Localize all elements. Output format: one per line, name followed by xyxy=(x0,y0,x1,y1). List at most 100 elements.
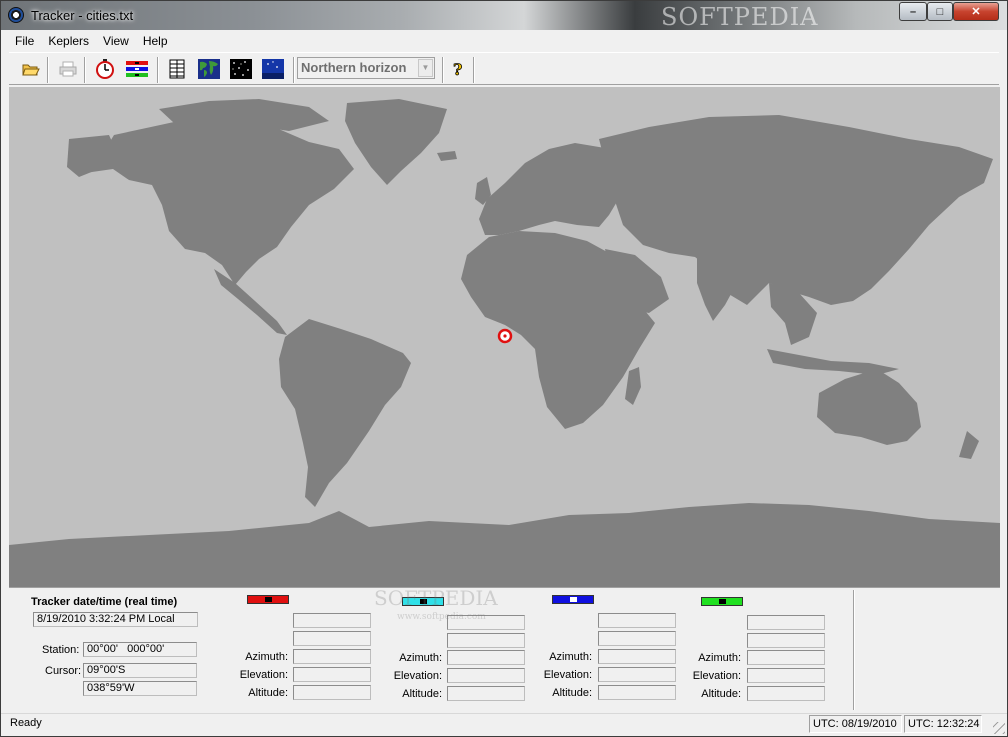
menu-view[interactable]: View xyxy=(96,31,136,51)
help-button[interactable]: ? xyxy=(446,58,470,80)
stopwatch-icon xyxy=(96,59,114,79)
australia-landmass xyxy=(817,369,921,445)
satellite-1-azimuth-label: Azimuth: xyxy=(245,651,288,663)
window-title: Tracker - cities.txt xyxy=(31,8,134,23)
help-icon: ? xyxy=(453,60,463,78)
central-america-landmass xyxy=(214,269,287,335)
iceland-landmass xyxy=(437,151,457,161)
satellite-4-azimuth-field xyxy=(747,650,825,665)
utc-time-pane: UTC: 12:32:24 xyxy=(904,715,982,733)
print-button[interactable] xyxy=(56,58,80,80)
satellite-1-elevation-field xyxy=(293,667,371,682)
toolbar-separator xyxy=(84,57,86,83)
close-button[interactable]: ✕ xyxy=(953,2,999,21)
cursor-label: Cursor: xyxy=(45,665,82,677)
minimize-button[interactable]: – xyxy=(899,2,927,21)
view-select-value: Northern horizon xyxy=(301,60,407,75)
menu-keplers[interactable]: Keplers xyxy=(41,31,96,51)
sky-view-button[interactable] xyxy=(261,58,285,80)
softpedia-watermark: SOFTPEDIA xyxy=(661,3,819,31)
station-field[interactable]: 00°00' 000°00' xyxy=(83,642,197,657)
satellite-marker xyxy=(264,597,272,602)
open-folder-icon xyxy=(22,64,40,76)
world-map-canvas xyxy=(9,99,1000,587)
india-landmass xyxy=(697,255,737,321)
satellite-2-azimuth-field xyxy=(447,650,525,665)
satellite-3-altitude-label: Altitude: xyxy=(552,687,592,699)
world-map-button[interactable] xyxy=(197,58,221,80)
local-datetime-field: 8/19/2010 3:32:24 PM Local xyxy=(33,612,198,627)
satellite-4-color-bar[interactable] xyxy=(701,597,743,606)
satellite-1-azimuth-field xyxy=(293,649,371,664)
table-view-button[interactable] xyxy=(165,58,189,80)
cursor-longitude-field: 038°59'W xyxy=(83,681,197,696)
maximize-button[interactable]: □ xyxy=(927,2,953,21)
satellite-1-color-bar[interactable] xyxy=(247,595,289,604)
resize-grip-icon[interactable] xyxy=(993,722,1005,734)
menu-help[interactable]: Help xyxy=(136,31,175,51)
menu-file[interactable]: File xyxy=(1,31,41,51)
madagascar-landmass xyxy=(625,367,641,405)
print-icon xyxy=(59,61,77,77)
satellite-3-color-bar[interactable] xyxy=(552,595,594,604)
satellite-4-altitude-field xyxy=(747,686,825,701)
greenland-landmass xyxy=(345,99,447,185)
utc-date-pane: UTC: 08/19/2010 xyxy=(809,715,902,733)
chevron-down-icon[interactable]: ▼ xyxy=(418,59,433,77)
satellite-3-name-field xyxy=(598,613,676,628)
toolbar-separator xyxy=(473,57,475,83)
open-button[interactable] xyxy=(19,58,43,80)
satellite-2-azimuth-label: Azimuth: xyxy=(399,652,442,664)
satellite-1-altitude-field xyxy=(293,685,371,700)
station-marker[interactable] xyxy=(497,328,513,344)
satellite-2-elevation-label: Elevation: xyxy=(393,670,442,682)
tracker-window: Tracker - cities.txt SOFTPEDIA – □ ✕ Fil… xyxy=(0,0,1008,737)
north-america-landmass xyxy=(85,117,354,285)
toolbar: Northern horizon ▼ ? xyxy=(9,52,999,85)
satellite-marker xyxy=(718,599,726,604)
tracker-info-panel: Tracker date/time (real time) 8/19/2010 … xyxy=(9,586,1000,711)
satellite-3-altitude-field xyxy=(598,685,676,700)
stopwatch-button[interactable] xyxy=(93,58,117,80)
satellite-4-name-field xyxy=(747,615,825,630)
cursor-latitude-field: 09°00'S xyxy=(83,663,197,678)
satellite-1-name-field xyxy=(293,613,371,628)
title-bar[interactable]: Tracker - cities.txt SOFTPEDIA – □ ✕ xyxy=(1,1,1007,31)
satellite-4-azimuth-label: Azimuth: xyxy=(698,652,741,664)
star-field-icon xyxy=(230,59,252,79)
menu-bar: File Keplers View Help xyxy=(1,31,1007,51)
satellite-4-id-field xyxy=(747,633,825,648)
toolbar-separator xyxy=(47,57,49,83)
minimize-icon: – xyxy=(909,5,917,18)
satellite-list-icon xyxy=(126,61,148,77)
satellite-1-id-field xyxy=(293,631,371,646)
satellite-marker xyxy=(569,597,577,602)
antarctica-landmass xyxy=(9,503,1000,587)
status-text: Ready xyxy=(10,717,42,729)
world-map[interactable] xyxy=(9,87,1000,587)
station-label: Station: xyxy=(42,644,80,656)
status-bar: Ready UTC: 08/19/2010 UTC: 12:32:24 xyxy=(1,713,1007,736)
satellite-list-button[interactable] xyxy=(125,58,149,80)
satellite-4-altitude-label: Altitude: xyxy=(701,688,741,700)
app-icon[interactable] xyxy=(8,7,24,23)
view-select[interactable]: Northern horizon ▼ xyxy=(297,57,435,79)
star-field-button[interactable] xyxy=(229,58,253,80)
toolbar-separator xyxy=(293,57,295,83)
satellite-3-azimuth-field xyxy=(598,649,676,664)
maximize-icon: □ xyxy=(936,5,944,18)
satellite-1-altitude-label: Altitude: xyxy=(248,687,288,699)
satellite-4-elevation-field xyxy=(747,668,825,683)
toolbar-separator xyxy=(157,57,159,83)
close-icon: ✕ xyxy=(971,6,981,18)
satellite-2-elevation-field xyxy=(447,668,525,683)
panel-softpedia-url-watermark: www.softpedia.com xyxy=(397,612,486,622)
satellite-3-id-field xyxy=(598,631,676,646)
table-icon xyxy=(169,59,185,79)
world-map-icon xyxy=(198,59,220,79)
svg-text:?: ? xyxy=(453,60,462,78)
alaska-landmass xyxy=(67,135,119,177)
satellite-3-azimuth-label: Azimuth: xyxy=(549,651,592,663)
satellite-3-elevation-field xyxy=(598,667,676,682)
satellite-2-altitude-label: Altitude: xyxy=(402,688,442,700)
